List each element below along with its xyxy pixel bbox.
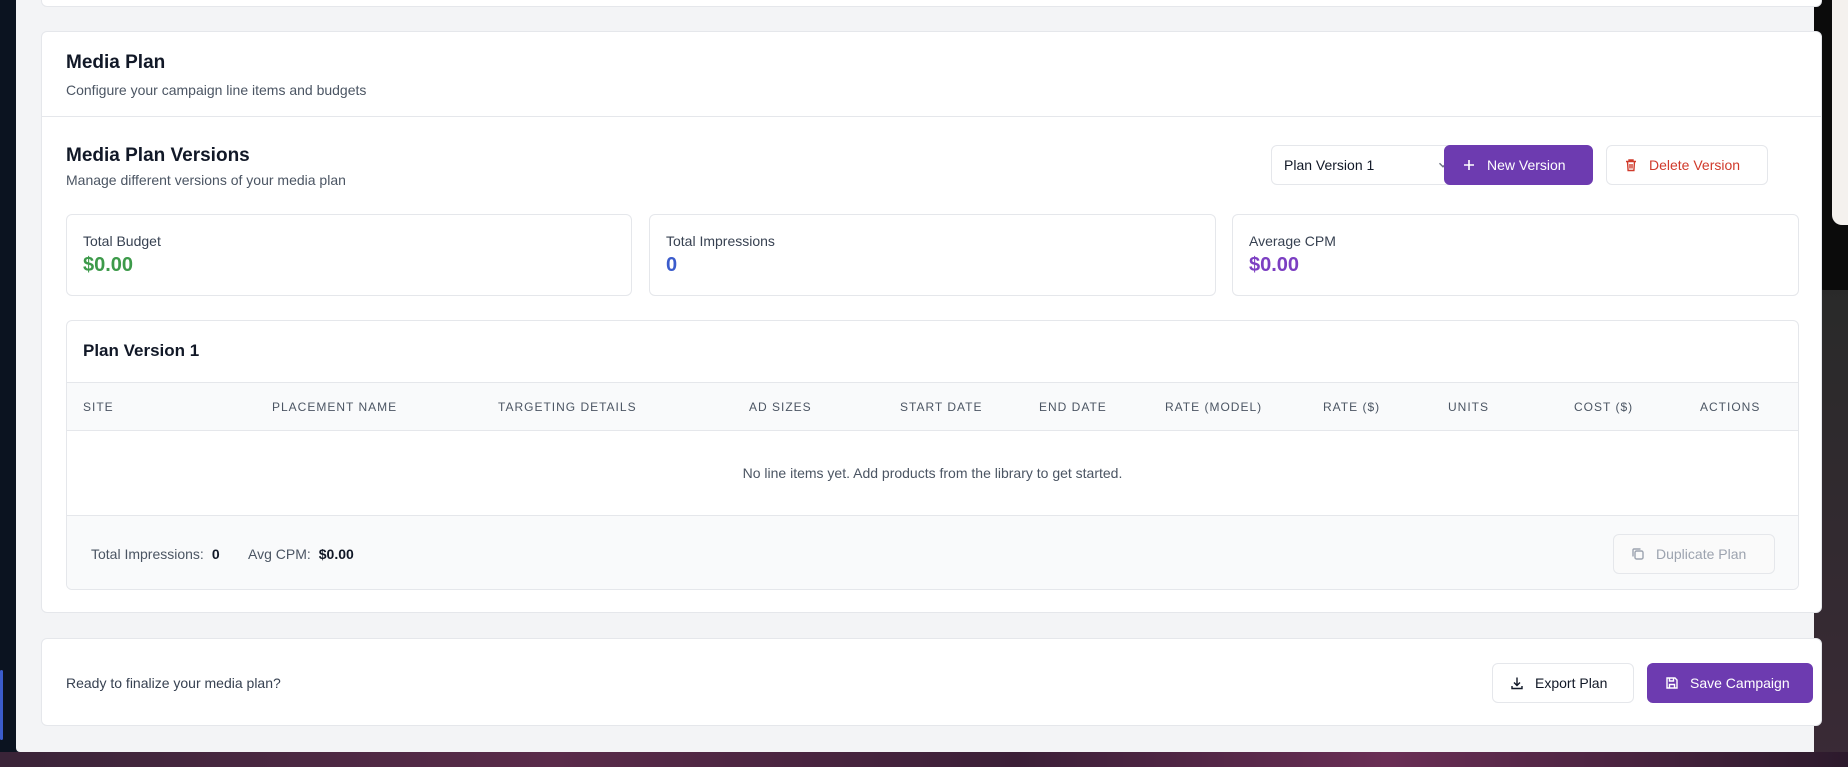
save-campaign-label: Save Campaign	[1690, 675, 1790, 691]
plan-table-card: Plan Version 1 Site Placement Name Targe…	[66, 320, 1799, 590]
column-header-actions: Actions	[1700, 400, 1761, 414]
column-header-placement-name: Placement Name	[272, 400, 398, 414]
save-campaign-button[interactable]: Save Campaign	[1647, 663, 1813, 703]
summary-avg-cpm: Avg CPM: $0.00	[248, 546, 354, 562]
column-header-rate-model: Rate (Model)	[1165, 400, 1263, 414]
desktop-wallpaper-strip	[0, 752, 1848, 767]
desktop-accent	[0, 670, 3, 740]
stat-value: $0.00	[1249, 254, 1300, 276]
column-header-start-date: Start Date	[900, 400, 983, 414]
column-header-targeting-details: Targeting Details	[498, 400, 637, 414]
finalize-card: Ready to finalize your media plan? Expor…	[41, 638, 1822, 726]
plus-icon	[1464, 160, 1474, 170]
media-plan-card: Media Plan Configure your campaign line …	[41, 31, 1822, 613]
copy-icon	[1632, 548, 1644, 560]
version-select-value: Plan Version 1	[1284, 157, 1375, 173]
version-select[interactable]: Plan Version 1	[1271, 145, 1463, 185]
media-plan-header: Media Plan Configure your campaign line …	[42, 32, 1821, 117]
table-footer: Total Impressions: 0 Avg CPM: $0.00 Dupl…	[67, 516, 1798, 589]
media-plan-subtitle: Configure your campaign line items and b…	[66, 82, 367, 98]
column-header-ad-sizes: Ad Sizes	[749, 400, 812, 414]
column-header-end-date: End Date	[1039, 400, 1107, 414]
summary-label: Avg CPM:	[248, 546, 311, 562]
plan-table-title: Plan Version 1	[83, 341, 200, 360]
new-version-button[interactable]: New Version	[1444, 145, 1593, 185]
desktop-left-edge	[0, 0, 16, 752]
stat-total-impressions: Total Impressions 0	[649, 214, 1216, 296]
column-header-units: Units	[1448, 400, 1489, 414]
background-window-body	[1832, 0, 1848, 225]
versions-subtitle: Manage different versions of your media …	[66, 172, 346, 188]
versions-title: Media Plan Versions	[66, 145, 250, 166]
summary-label: Total Impressions:	[91, 546, 204, 562]
summary-value: 0	[211, 546, 220, 562]
new-version-label: New Version	[1487, 157, 1566, 173]
stat-value: $0.00	[83, 254, 134, 276]
download-icon	[1511, 677, 1523, 690]
stat-value: 0	[666, 254, 678, 276]
stat-average-cpm: Average CPM $0.00	[1232, 214, 1799, 296]
delete-version-button[interactable]: Delete Version	[1606, 145, 1768, 185]
stat-label: Total Impressions	[666, 233, 775, 249]
stat-total-budget: Total Budget $0.00	[66, 214, 632, 296]
export-plan-label: Export Plan	[1535, 675, 1608, 691]
delete-version-label: Delete Version	[1649, 157, 1741, 173]
summary-total-impressions: Total Impressions: 0	[91, 546, 220, 562]
stat-label: Average CPM	[1249, 233, 1336, 249]
summary-value: $0.00	[318, 546, 354, 562]
save-icon	[1666, 677, 1678, 689]
export-plan-button[interactable]: Export Plan	[1492, 663, 1634, 703]
trash-icon	[1626, 159, 1636, 172]
duplicate-plan-label: Duplicate Plan	[1656, 546, 1747, 562]
finalize-prompt: Ready to finalize your media plan?	[66, 675, 281, 691]
table-header: Site Placement Name Targeting Details Ad…	[67, 382, 1798, 431]
stat-label: Total Budget	[83, 233, 161, 249]
previous-card	[41, 0, 1822, 7]
column-header-site: Site	[83, 400, 114, 414]
column-header-rate: Rate ($)	[1323, 400, 1381, 414]
duplicate-plan-button[interactable]: Duplicate Plan	[1613, 534, 1775, 574]
empty-state-message: No line items yet. Add products from the…	[67, 431, 1798, 516]
media-plan-title: Media Plan	[66, 52, 166, 73]
app-window: Media Plan Configure your campaign line …	[16, 0, 1822, 752]
column-header-cost: Cost ($)	[1574, 400, 1634, 414]
